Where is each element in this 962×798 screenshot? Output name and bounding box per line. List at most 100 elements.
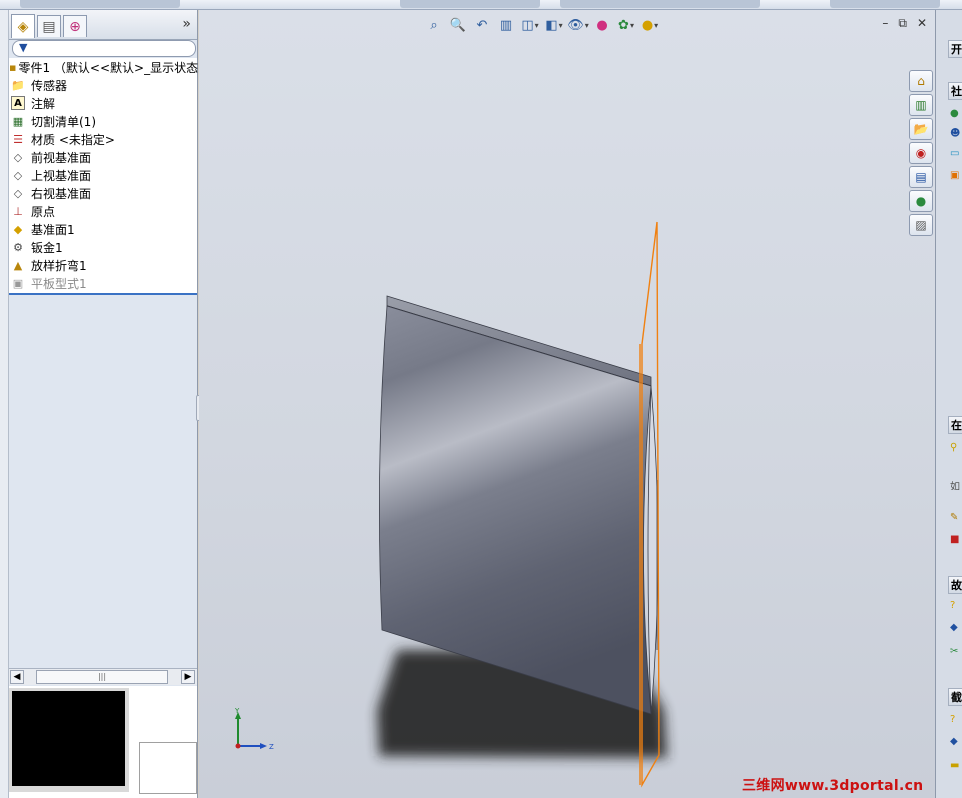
task-pane-section-header[interactable]: 社 <box>948 82 962 100</box>
tree-item-label: 材质 <未指定> <box>31 132 115 147</box>
tree-filter-input[interactable]: ▼ <box>12 40 196 57</box>
sensor-folder-icon: 📁 <box>11 78 25 92</box>
forum-icon[interactable]: ▭ <box>950 148 962 160</box>
section-header-label: 截 <box>951 691 962 704</box>
help-icon[interactable]: ? <box>950 714 962 726</box>
community-icon[interactable]: ● <box>950 108 962 120</box>
section-header-label: 开 <box>951 43 962 56</box>
task-pane-view-palette-tab[interactable]: ◉ <box>909 142 933 164</box>
section-header-label: 在 <box>951 419 962 432</box>
tree-item-origin[interactable]: ⊥ 原点 <box>9 202 197 220</box>
solidworks-window: { "left_panel": { "tabs": [ {"name": "fe… <box>0 0 962 798</box>
tree-item-label: 前视基准面 <box>31 150 92 165</box>
top-toolbar-strip <box>0 0 962 10</box>
edit-appearance-icon[interactable]: ● <box>593 16 611 34</box>
design-library-icon: ▥ <box>915 98 927 112</box>
scroll-right-button[interactable]: ▶ <box>181 670 195 684</box>
tree-item-part[interactable]: ▪ 零件1 （默认<<默认>_显示状态 1 <box>9 58 210 76</box>
cut-list-icon: ▦ <box>12 114 24 128</box>
feature-tree-icon: ◈ <box>17 18 29 35</box>
task-pane-section-header[interactable]: 故 <box>948 576 962 594</box>
tree-item-front-plane[interactable]: ◇ 前视基准面 <box>9 148 197 166</box>
document-window-buttons: – ⧉ ✕ <box>882 16 927 31</box>
user-icon[interactable]: ☻ <box>950 128 962 140</box>
tree-item-sensors[interactable]: 📁 传感器 <box>9 76 197 94</box>
material-icon: ☰ <box>13 132 23 146</box>
display-style-icon[interactable]: ◧ <box>545 16 563 34</box>
preview-thumbnail <box>12 691 125 786</box>
tree-empty-space <box>9 295 197 667</box>
hide-show-items-icon[interactable]: 👁 <box>567 16 587 34</box>
file-explorer-icon: 📂 <box>913 122 929 136</box>
task-pane-document-recovery-tab[interactable]: ▨ <box>909 214 933 236</box>
apply-scene-icon[interactable]: ✿ <box>617 16 635 34</box>
scroll-left-button[interactable]: ◀ <box>10 670 24 684</box>
flat-pattern-icon: ▣ <box>12 276 24 290</box>
tree-horizontal-scrollbar[interactable]: ◀ ||| ▶ <box>9 668 197 685</box>
watermark: 三维网www.3dportal.cn <box>742 778 924 794</box>
minimize-icon[interactable]: – <box>882 16 888 31</box>
link-icon[interactable]: ✎ <box>950 512 962 524</box>
close-icon[interactable]: ✕ <box>917 16 927 31</box>
tree-item-plane1[interactable]: ◆ 基准面1 <box>9 220 197 238</box>
search-icon[interactable]: ⚲ <box>950 442 962 454</box>
tree-item-material[interactable]: ☰ 材质 <未指定> <box>9 130 197 148</box>
folder-icon[interactable]: ▬ <box>950 760 962 772</box>
appearances-icon: ▤ <box>915 170 927 184</box>
rss-icon[interactable]: ▣ <box>950 170 962 182</box>
configuration-icon: ⊕ <box>69 18 81 35</box>
tree-item-label: 切割清单(1) <box>31 114 96 129</box>
lofted-bend-icon: ▲ <box>13 258 23 272</box>
tree-item-label: 原点 <box>31 204 56 219</box>
tree-item-right-plane[interactable]: ◇ 右视基准面 <box>9 184 197 202</box>
scroll-thumb[interactable]: ||| <box>36 670 168 684</box>
book-icon[interactable]: ◆ <box>950 622 962 634</box>
view-orientation-icon[interactable]: ◫ <box>521 16 539 34</box>
configurationmanager-tab[interactable]: ⊕ <box>63 15 87 37</box>
annotation-icon: A <box>11 96 25 110</box>
property-manager-icon: ▤ <box>42 18 56 35</box>
tree-item-lofted-bend1[interactable]: ▲ 放样折弯1 <box>9 256 197 274</box>
preview-secondary-box <box>139 742 197 794</box>
task-pane-design-library-tab[interactable]: ▥ <box>909 94 933 116</box>
task-pane-section-header[interactable]: 截 <box>948 688 962 706</box>
previous-view-icon[interactable]: ↶ <box>473 16 491 34</box>
zoom-to-fit-icon[interactable]: ⌕ <box>425 16 443 34</box>
tree-item-annotations[interactable]: A 注解 <box>9 94 197 112</box>
plane-icon: ◇ <box>13 186 23 200</box>
tree-item-cut-list[interactable]: ▦ 切割清单(1) <box>9 112 197 130</box>
tree-item-label: 上视基准面 <box>31 168 92 183</box>
zoom-to-area-icon[interactable]: 🔍 <box>449 16 467 34</box>
propertymanager-tab[interactable]: ▤ <box>37 15 61 37</box>
model-view[interactable] <box>199 10 935 798</box>
restore-icon[interactable]: ⧉ <box>898 16 907 31</box>
task-pane-section-header[interactable]: 开 <box>948 40 962 58</box>
document-recovery-icon: ▨ <box>915 218 927 232</box>
reference-triad: Y Z <box>234 707 274 751</box>
featuremanager-tab[interactable]: ◈ <box>11 14 35 38</box>
panel-tabs: ◈ ▤ ⊕ » <box>9 10 197 40</box>
tree-item-label: 放样折弯1 <box>31 258 87 273</box>
toolbox-icon[interactable]: ■ <box>950 534 962 546</box>
task-pane-side-text: 如 <box>950 482 960 490</box>
triad-y-label: Y <box>234 707 240 715</box>
help-icon[interactable]: ? <box>950 600 962 612</box>
heads-up-view-toolbar: ⌕ 🔍 ↶ ▥ ◫ ◧ 👁 ● ✿ ● <box>425 14 659 36</box>
task-pane-section-header[interactable]: 在 <box>948 416 962 434</box>
tree-item-top-plane[interactable]: ◇ 上视基准面 <box>9 166 197 184</box>
expand-panel-button[interactable]: » <box>182 16 191 32</box>
book-icon[interactable]: ◆ <box>950 736 962 748</box>
tree-item-flat-pattern1[interactable]: ▣ 平板型式1 <box>9 274 197 292</box>
graphics-area[interactable]: ⌕ 🔍 ↶ ▥ ◫ ◧ 👁 ● ✿ ● – ⧉ ✕ Y Z <box>199 10 935 798</box>
view-settings-icon[interactable]: ● <box>641 16 659 34</box>
task-pane-appearances-tab[interactable]: ▤ <box>909 166 933 188</box>
task-pane-custom-properties-tab[interactable]: ● <box>909 190 933 212</box>
tree-item-sheet-metal1[interactable]: ⚙ 钣金1 <box>9 238 197 256</box>
section-view-icon[interactable]: ▥ <box>497 16 515 34</box>
tool-icon[interactable]: ✂ <box>950 646 962 658</box>
sheet-metal-icon: ⚙ <box>13 240 23 254</box>
origin-icon: ⊥ <box>13 204 23 218</box>
tree-item-label: 传感器 <box>31 78 68 93</box>
task-pane-home-tab[interactable]: ⌂ <box>909 70 933 92</box>
task-pane-file-explorer-tab[interactable]: 📂 <box>909 118 933 140</box>
